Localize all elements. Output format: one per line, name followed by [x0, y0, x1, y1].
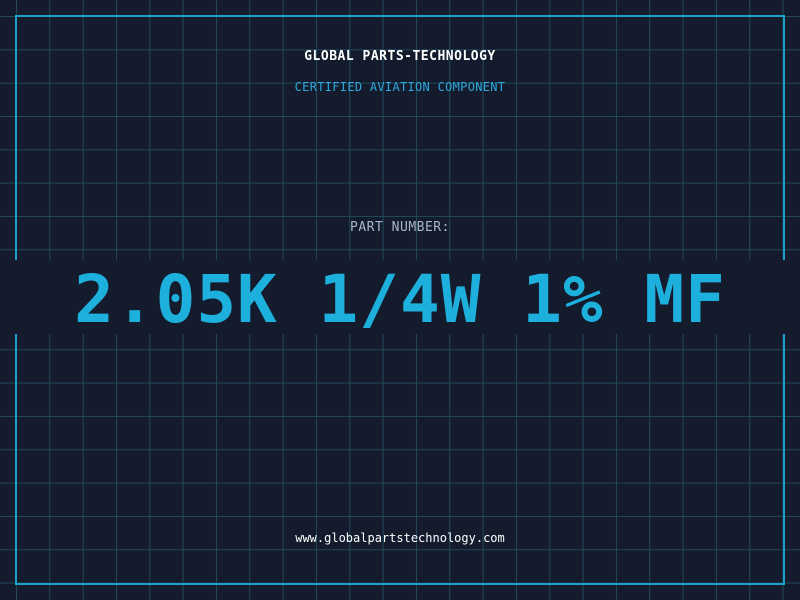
part-number-label: PART NUMBER: [350, 220, 450, 235]
part-number-value: 2.05K 1/4W 1% MF [74, 261, 726, 338]
company-name: GLOBAL PARTS-TECHNOLOGY [304, 49, 496, 64]
certification-tagline: CERTIFIED AVIATION COMPONENT [294, 80, 506, 94]
website-link[interactable]: www.globalpartstechnology.com [0, 531, 800, 545]
